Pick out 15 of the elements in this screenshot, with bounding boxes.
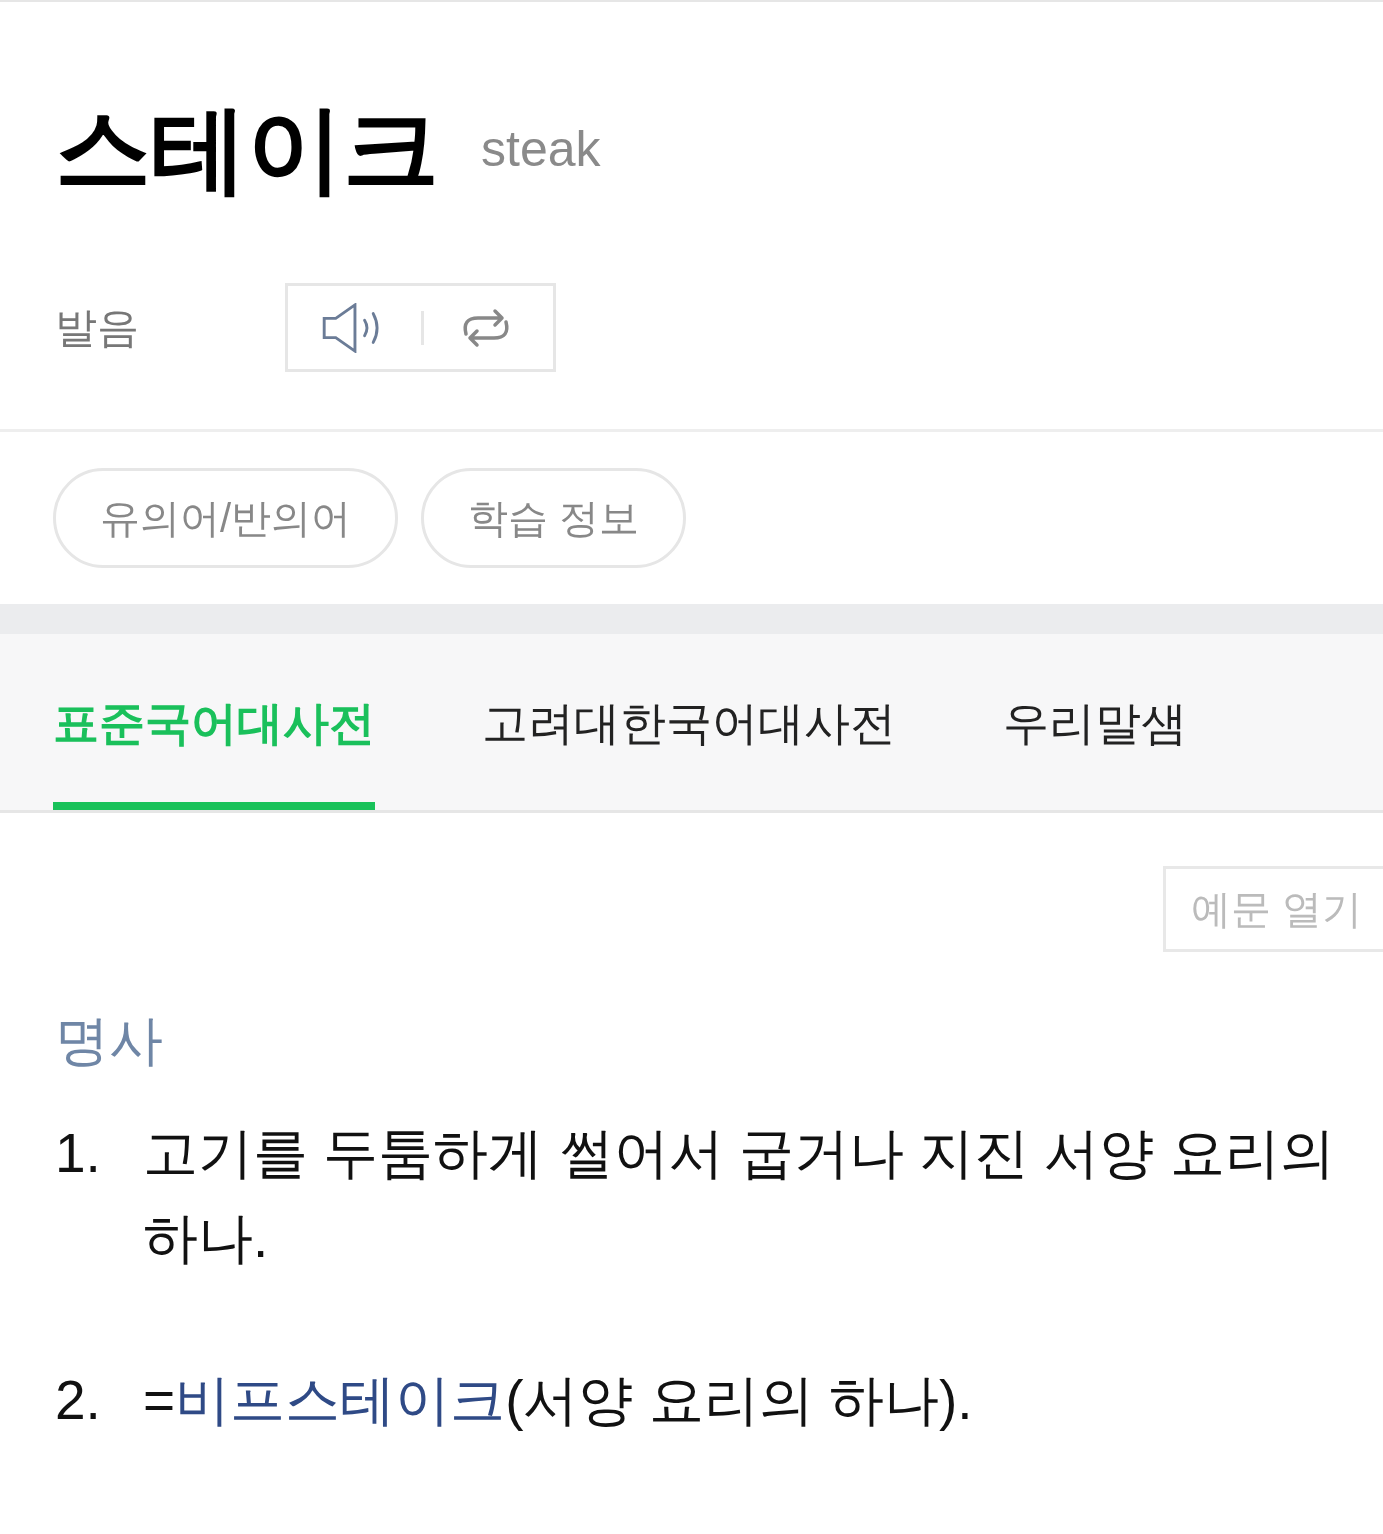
headword: 스테이크 (55, 94, 439, 204)
dictionary-tab[interactable]: 표준국어대사전 (53, 634, 375, 810)
original-word: steak (481, 120, 601, 179)
dictionary-tab[interactable]: 우리말샘 (1003, 634, 1187, 810)
related-word-link[interactable]: 비프스테이크 (175, 1369, 506, 1431)
definition-text: =비프스테이크(서양 요리의 하나). (143, 1368, 974, 1433)
definition-number: 1. (55, 1121, 102, 1186)
part-of-speech: 명사 (55, 1009, 164, 1072)
definition-number: 2. (55, 1368, 102, 1433)
open-examples-button[interactable]: 예문 열기 (1162, 866, 1383, 952)
pronunciation-label: 발음 (55, 302, 140, 353)
dictionary-tab[interactable]: 고려대한국어대사전 (482, 634, 896, 810)
chip-button[interactable]: 유의어/반의어 (53, 468, 399, 568)
chip-button[interactable]: 학습 정보 (421, 468, 687, 568)
definition-text: 고기를 두툼하게 썰어서 굽거나 지진 서양 요리의 하나. (143, 1121, 1336, 1271)
